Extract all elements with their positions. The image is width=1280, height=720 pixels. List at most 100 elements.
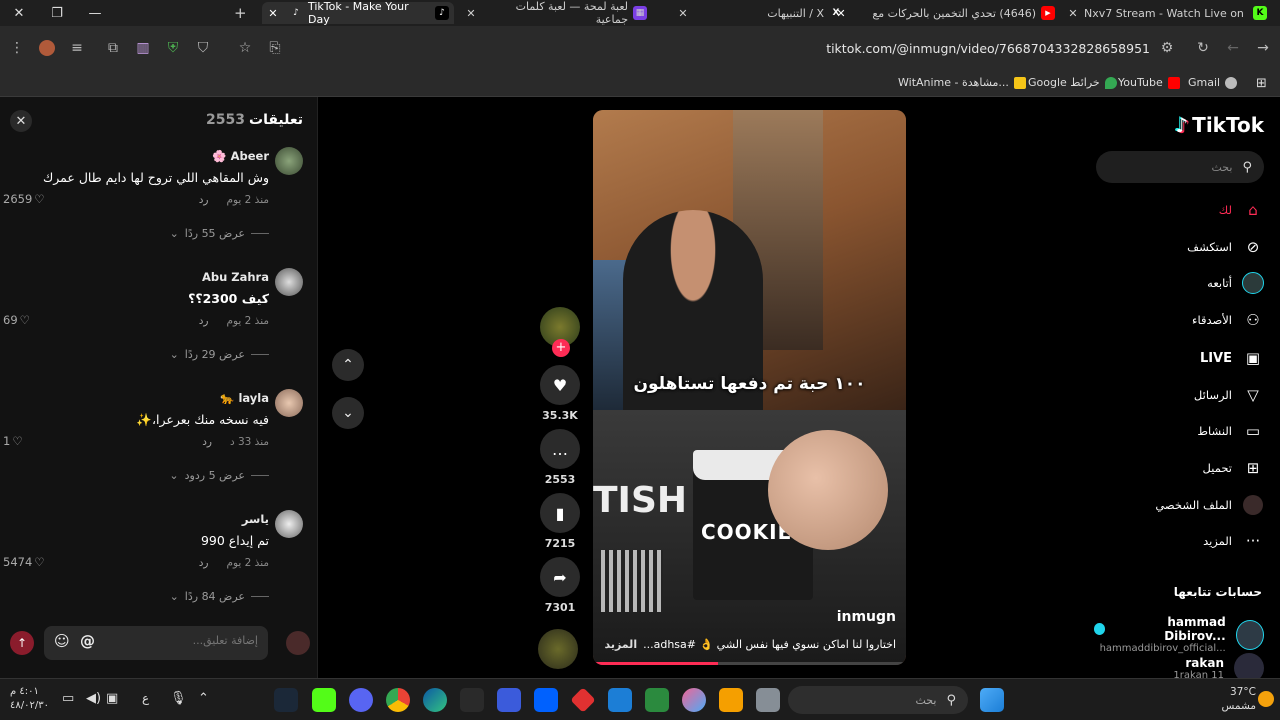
apps-icon[interactable]: ⊞: [1256, 76, 1267, 91]
comment-like-button[interactable]: 5474 ♡: [3, 555, 45, 569]
bookmark-witanime[interactable]: WitAnime - مشاهدة...: [898, 76, 1026, 89]
nav-activity[interactable]: ▭ النشاط: [1197, 419, 1264, 443]
edge-icon[interactable]: [423, 688, 447, 712]
window-close-button[interactable]: ✕: [0, 0, 38, 26]
mail-icon[interactable]: [608, 688, 632, 712]
avatar[interactable]: [275, 268, 303, 296]
video-player[interactable]: TISH COOKIE ١٠٠ حبة تم دفعها تستاهلون in…: [593, 110, 906, 665]
like-button[interactable]: ♥ 35.3K: [538, 365, 582, 422]
nav-messages[interactable]: ▽ الرسائل: [1194, 383, 1264, 407]
emoji-icon[interactable]: ☺: [54, 632, 70, 650]
window-minimize-button[interactable]: —: [76, 0, 114, 26]
comment-like-button[interactable]: 1 ♡: [3, 434, 23, 448]
kick-app-icon[interactable]: [312, 688, 336, 712]
next-video-button[interactable]: ⌄: [332, 397, 364, 429]
address-bar[interactable]: tiktok.com/@inmugn/video/766870433282865…: [234, 33, 1186, 63]
comment-box[interactable]: ☺ @: [44, 626, 268, 660]
view-replies-button[interactable]: عرض 5 ردود ⌄: [169, 469, 269, 482]
close-icon[interactable]: ✕: [464, 7, 478, 20]
bookmark-youtube[interactable]: YouTube: [1118, 76, 1180, 89]
save-button[interactable]: ▮ 7215: [538, 493, 582, 550]
clock[interactable]: ٤:٠١ م ٤٨/٠٢/٣٠: [10, 685, 49, 713]
menu-icon[interactable]: ⋮: [2, 33, 32, 63]
tiktok-logo[interactable]: ♪ TikTok: [1175, 113, 1264, 137]
extension-avatar-icon[interactable]: [32, 33, 62, 63]
nav-more[interactable]: ··· المزيد: [1203, 529, 1264, 553]
nav-upload[interactable]: ⊞ تحميل: [1203, 456, 1264, 480]
reply-button[interactable]: رد: [199, 194, 209, 206]
nav-explore[interactable]: ⊘ استكشف: [1187, 235, 1264, 259]
nav-friends[interactable]: ⚇ الأصدقاء: [1192, 308, 1264, 332]
avatar[interactable]: [275, 510, 303, 538]
close-icon[interactable]: ✕: [266, 7, 280, 20]
nav-following[interactable]: أتابعه: [1207, 271, 1264, 295]
previous-video-button[interactable]: ⌃: [332, 349, 364, 381]
chevron-up-icon[interactable]: ⌃: [198, 691, 209, 706]
new-tab-button[interactable]: +: [222, 2, 260, 24]
app-icon[interactable]: [570, 687, 596, 713]
taskbar-search[interactable]: بحث ⚲: [788, 686, 968, 714]
avatar[interactable]: [275, 389, 303, 417]
input-language[interactable]: ع: [142, 691, 149, 705]
forward-icon[interactable]: ←: [1218, 33, 1248, 63]
reply-button[interactable]: رد: [199, 315, 209, 327]
search-bar[interactable]: بحث ⚲: [1096, 151, 1264, 183]
tab-kick[interactable]: ✕ Nxv7 Stream - Watch Live on K K: [1062, 2, 1272, 24]
reply-button[interactable]: رد: [202, 436, 212, 448]
author-profile-button[interactable]: +: [538, 307, 582, 357]
avatar[interactable]: +: [540, 307, 580, 357]
microphone-icon[interactable]: 🎙: [170, 691, 187, 706]
window-restore-button[interactable]: ❐: [38, 0, 76, 26]
view-replies-button[interactable]: عرض 29 ردًا ⌄: [170, 348, 269, 361]
avatar[interactable]: [275, 147, 303, 175]
comment-input[interactable]: [118, 634, 258, 647]
nav-for-you[interactable]: ⌂ لك: [1219, 198, 1264, 222]
reload-icon[interactable]: ↻: [1188, 33, 1218, 63]
store-icon[interactable]: [645, 688, 669, 712]
battery-icon[interactable]: ▭: [62, 691, 74, 706]
extension-icon[interactable]: ▥: [128, 33, 158, 63]
dropbox-icon[interactable]: [534, 688, 558, 712]
network-icon[interactable]: ▣: [106, 691, 118, 706]
file-explorer-icon[interactable]: [719, 688, 743, 712]
view-replies-button[interactable]: عرض 55 ردًا ⌄: [170, 227, 269, 240]
close-comments-button[interactable]: ✕: [10, 110, 32, 132]
caption-more-button[interactable]: المزيد: [604, 638, 637, 651]
weather-widget[interactable]: 37°C مشمس: [1222, 685, 1256, 713]
steam-icon[interactable]: [274, 688, 298, 712]
app-icon[interactable]: [756, 688, 780, 712]
close-icon[interactable]: ✕: [676, 7, 690, 20]
tab-x[interactable]: ✕ التنبيهات / X X: [656, 2, 848, 24]
music-disc[interactable]: [538, 629, 578, 669]
tab-lamha[interactable]: ✕ لعبة لمحة — لعبة كلمات جماعية ▦: [460, 0, 652, 26]
nav-profile[interactable]: الملف الشخصي: [1155, 493, 1264, 517]
bookmark-gmail[interactable]: Gmail: [1188, 76, 1238, 89]
comment-author[interactable]: ياسر: [242, 512, 269, 526]
post-comment-button[interactable]: ↑: [10, 631, 34, 655]
volume-icon[interactable]: ◀): [86, 691, 101, 706]
view-replies-button[interactable]: عرض 84 ردًا ⌄: [170, 590, 269, 603]
epic-games-icon[interactable]: [460, 688, 484, 712]
video-progress-bar[interactable]: [593, 662, 906, 665]
chrome-icon[interactable]: [386, 688, 410, 712]
tab-tiktok[interactable]: ✕ ♪ TikTok - Make Your Day ♪: [262, 0, 454, 26]
mention-icon[interactable]: @: [80, 632, 95, 650]
privacy-shield-icon[interactable]: ⛉: [188, 33, 218, 63]
share-button[interactable]: ➦ 7301: [538, 557, 582, 614]
back-icon[interactable]: →: [1248, 33, 1278, 63]
video-username[interactable]: inmugn: [837, 609, 896, 625]
nav-live[interactable]: ▣ LIVE: [1200, 346, 1264, 370]
reply-button[interactable]: رد: [199, 557, 209, 569]
media-control-icon[interactable]: ≡: [62, 33, 92, 63]
following-account[interactable]: hammad Dibirov... hammaddibirov_official…: [1094, 615, 1264, 654]
close-icon[interactable]: ✕: [834, 7, 848, 20]
comment-author[interactable]: Abu Zahra: [202, 270, 269, 284]
copilot-icon[interactable]: [682, 688, 706, 712]
discord-icon[interactable]: [349, 688, 373, 712]
comment-author[interactable]: Abeer 🌸: [212, 149, 269, 163]
shield-icon[interactable]: ⛨: [158, 33, 188, 63]
close-icon[interactable]: ✕: [1066, 7, 1080, 20]
comment-like-button[interactable]: 69 ♡: [3, 313, 30, 327]
comment-button[interactable]: … 2553: [538, 429, 582, 486]
comment-author[interactable]: layla 🐆: [220, 391, 269, 405]
